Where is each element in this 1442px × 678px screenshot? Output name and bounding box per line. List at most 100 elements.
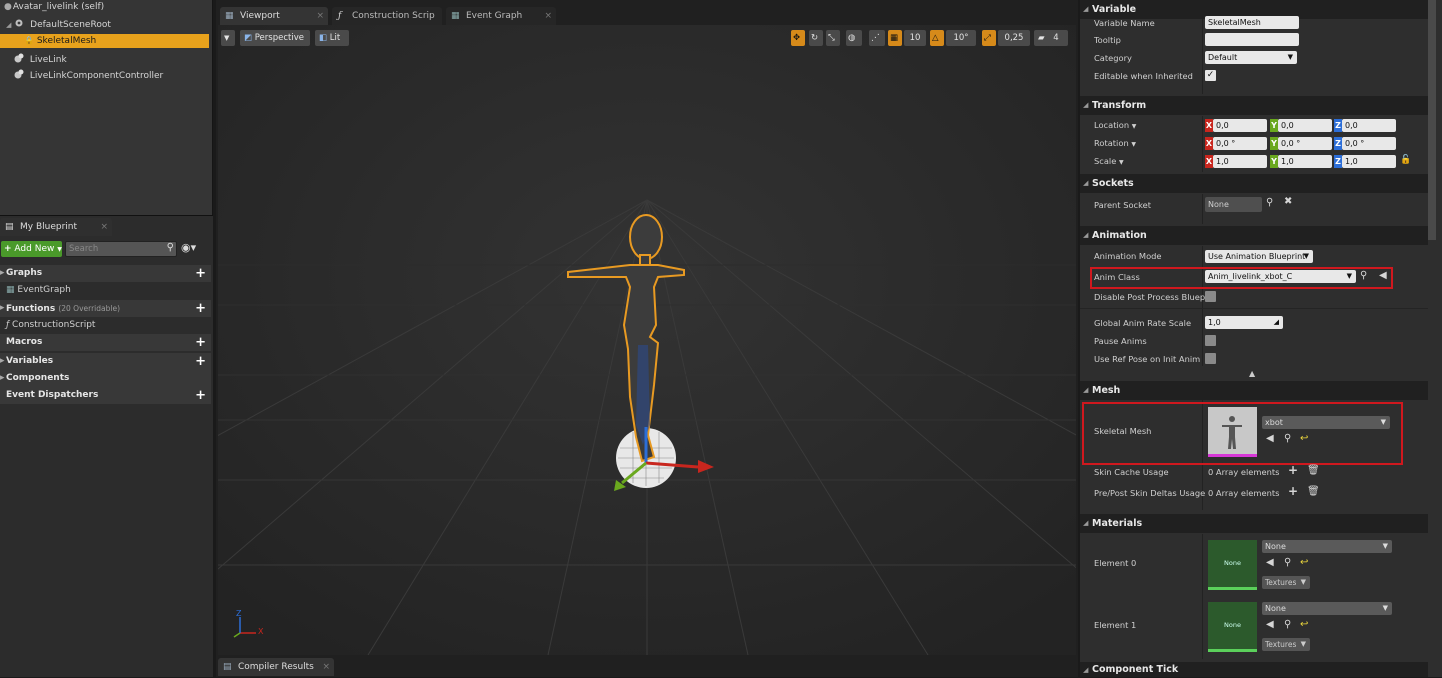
location-z-field[interactable]: 0,0 [1342, 119, 1396, 132]
rotation-snap-value[interactable]: 10° [946, 30, 976, 46]
location-x-field[interactable]: 0,0 [1213, 119, 1267, 132]
tab-viewport[interactable]: ▦ Viewport × [220, 7, 328, 25]
section-sockets[interactable]: ◢ Sockets [1080, 174, 1428, 193]
section-components[interactable]: ▸ Components [0, 370, 211, 387]
add-element-button[interactable]: + [1288, 484, 1298, 498]
close-icon[interactable]: × [322, 658, 330, 676]
use-selected-icon[interactable]: ◀ [1379, 270, 1387, 281]
component-livelink[interactable]: LiveLink [14, 53, 67, 67]
editable-inherited-checkbox[interactable]: ✓ [1205, 70, 1216, 81]
use-selected-icon[interactable]: ◀ [1266, 557, 1274, 568]
grid-snap-value[interactable]: 10 [904, 30, 926, 46]
component-livelink-controller[interactable]: LiveLinkComponentController [14, 69, 163, 83]
material-0-dropdown[interactable]: None ▼ [1262, 540, 1392, 553]
reset-icon[interactable]: ↩ [1300, 557, 1308, 568]
scale-snap-value[interactable]: 0,25 [998, 30, 1030, 46]
reset-icon[interactable]: ↩ [1300, 433, 1308, 444]
close-icon[interactable]: × [100, 218, 108, 236]
browse-icon[interactable]: ⚲ [1284, 619, 1291, 630]
rotation-y-field[interactable]: 0,0 ° [1278, 137, 1332, 150]
use-selected-icon[interactable]: ◀ [1266, 619, 1274, 630]
material-1-textures-dropdown[interactable]: Textures ▼ [1262, 638, 1310, 651]
surface-snap-button[interactable]: ⋰ [869, 30, 885, 46]
viewport-canvas[interactable]: X Z ▼ ◩ Perspective ◧ Lit ✥ ↻ ⤡ ◍ ⋰ ▦ 10… [218, 25, 1076, 655]
close-icon[interactable]: × [544, 7, 552, 25]
ref-pose-checkbox[interactable] [1205, 353, 1216, 364]
animation-mode-dropdown[interactable]: Use Animation Blueprint ▼ [1205, 250, 1313, 263]
rotate-mode-button[interactable]: ↻ [809, 30, 823, 46]
advanced-expand-icon[interactable]: ▲ [1249, 369, 1255, 378]
scale-x-field[interactable]: 1,0 [1213, 155, 1267, 168]
tooltip-field[interactable] [1205, 33, 1299, 46]
trash-icon[interactable]: 🗑 [1307, 465, 1320, 476]
add-macro-button[interactable]: + [195, 334, 206, 351]
eye-icon[interactable]: ◉▾ [181, 241, 196, 254]
skeletal-mesh-thumbnail[interactable] [1208, 407, 1257, 457]
use-selected-icon[interactable]: ◀ [1266, 433, 1274, 444]
section-transform[interactable]: ◢ Transform [1080, 96, 1428, 115]
rotation-snap-toggle[interactable]: △ [930, 30, 944, 46]
add-element-button[interactable]: + [1288, 463, 1298, 477]
grid-snap-toggle[interactable]: ▦ [888, 30, 902, 46]
search-input[interactable]: Search [69, 244, 98, 254]
reset-icon[interactable]: ↩ [1300, 619, 1308, 630]
rotation-z-field[interactable]: 0,0 ° [1342, 137, 1396, 150]
section-variables[interactable]: ▸ Variables + [0, 353, 211, 370]
close-icon[interactable]: × [316, 7, 324, 25]
category-dropdown[interactable]: Default ▼ [1205, 51, 1297, 64]
section-component-tick[interactable]: ◢ Component Tick [1080, 662, 1428, 677]
location-label[interactable]: Location ▼ [1094, 118, 1136, 132]
add-dispatcher-button[interactable]: + [195, 387, 206, 404]
components-root[interactable]: ● Avatar_livelink (self) [4, 0, 104, 14]
tab-compiler-results[interactable]: ▤ Compiler Results × [218, 658, 334, 676]
location-y-field[interactable]: 0,0 [1278, 119, 1332, 132]
variable-name-field[interactable]: SkeletalMesh [1205, 16, 1299, 29]
section-event-dispatchers[interactable]: Event Dispatchers + [0, 387, 211, 404]
add-graph-button[interactable]: + [195, 265, 206, 282]
camera-speed-button[interactable]: ▰ 4 [1034, 30, 1068, 46]
material-1-thumbnail[interactable]: None [1208, 602, 1257, 652]
disable-post-process-checkbox[interactable] [1205, 291, 1216, 302]
tab-event-graph[interactable]: ▦ Event Graph × [446, 7, 556, 25]
add-variable-button[interactable]: + [195, 353, 206, 370]
material-0-textures-dropdown[interactable]: Textures ▼ [1262, 576, 1310, 589]
pause-anims-checkbox[interactable] [1205, 335, 1216, 346]
section-graphs[interactable]: ▸ Graphs + [0, 265, 211, 282]
tab-my-blueprint[interactable]: ▤ My Blueprint × [0, 218, 112, 236]
clear-icon[interactable]: ✖ [1284, 196, 1292, 207]
rotation-x-field[interactable]: 0,0 ° [1213, 137, 1267, 150]
skeletal-mesh-dropdown[interactable]: xbot ▼ [1262, 416, 1390, 429]
parent-socket-field[interactable]: None [1205, 197, 1262, 212]
browse-icon[interactable]: ⚲ [1284, 433, 1291, 444]
browse-icon[interactable]: ⚲ [1360, 270, 1367, 281]
tab-construction-script[interactable]: ƒ Construction Scrip [332, 7, 442, 25]
item-event-graph[interactable]: ▦ EventGraph [0, 282, 211, 299]
trash-icon[interactable]: 🗑 [1307, 486, 1320, 497]
section-materials[interactable]: ◢ Materials [1080, 514, 1428, 533]
section-macros[interactable]: Macros + [0, 334, 211, 351]
perspective-button[interactable]: ◩ Perspective [240, 30, 310, 46]
section-mesh[interactable]: ◢ Mesh [1080, 381, 1428, 400]
search-box[interactable]: Search ⚲ [65, 241, 177, 257]
scale-z-field[interactable]: 1,0 [1342, 155, 1396, 168]
section-animation[interactable]: ◢ Animation [1080, 226, 1428, 245]
material-0-thumbnail[interactable]: None [1208, 540, 1257, 590]
lock-scale-icon[interactable]: 🔓 [1400, 155, 1411, 165]
viewport-options-button[interactable]: ▼ [221, 30, 235, 46]
search-icon[interactable]: ⚲ [1266, 197, 1273, 208]
add-new-button[interactable]: + Add New ▼ [1, 241, 62, 257]
scale-mode-button[interactable]: ⤡ [826, 30, 840, 46]
scale-y-field[interactable]: 1,0 [1278, 155, 1332, 168]
section-functions[interactable]: ▸ Functions (20 Overridable) + [0, 300, 211, 317]
coordinate-space-button[interactable]: ◍ [846, 30, 862, 46]
scale-label[interactable]: Scale ▼ [1094, 154, 1124, 168]
component-skeletal-mesh[interactable]: 🔒 SkeletalMesh [0, 34, 209, 48]
anim-rate-scale-field[interactable]: 1,0 ◢ [1205, 316, 1283, 329]
add-function-button[interactable]: + [195, 300, 206, 317]
browse-icon[interactable]: ⚲ [1284, 557, 1291, 568]
scale-snap-toggle[interactable]: ⤢ [982, 30, 996, 46]
component-default-scene-root[interactable]: ◢ DefaultSceneRoot [6, 18, 111, 32]
anim-class-dropdown[interactable]: Anim_livelink_xbot_C ▼ [1205, 270, 1356, 283]
lit-button[interactable]: ◧ Lit [315, 30, 349, 46]
rotation-label[interactable]: Rotation ▼ [1094, 136, 1136, 150]
